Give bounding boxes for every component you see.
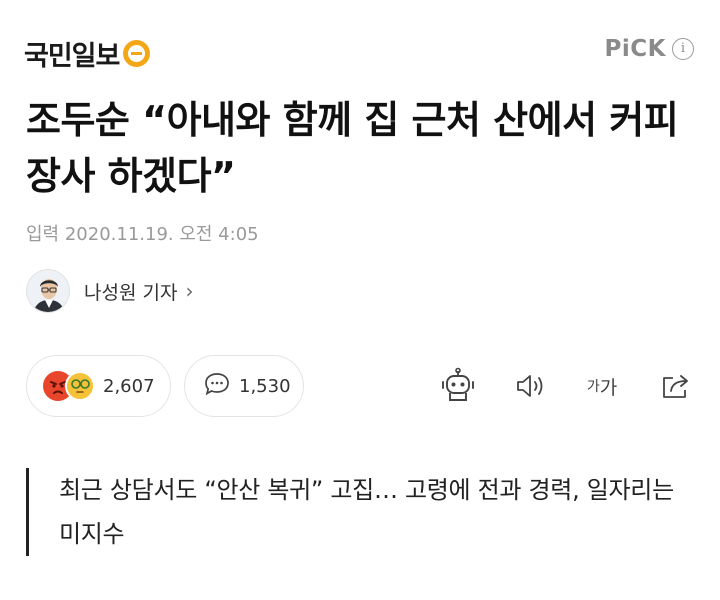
- reporter-avatar: [26, 269, 70, 313]
- pick-badge[interactable]: PiCK i: [605, 36, 694, 62]
- article-headline: 조두순 “아내와 함께 집 근처 산에서 커피장사 하겠다”: [26, 98, 679, 198]
- article-dateline: 입력 2020.11.19. 오전 4:05: [26, 224, 259, 245]
- publisher-logo[interactable]: 국민일보: [24, 34, 151, 73]
- read-aloud-button[interactable]: [509, 365, 553, 407]
- share-button[interactable]: [654, 365, 698, 407]
- reporter-portrait-icon: [27, 270, 69, 312]
- speaker-icon: [517, 375, 543, 397]
- pick-label: PiCK: [604, 36, 666, 62]
- info-icon[interactable]: i: [672, 38, 694, 60]
- reaction-button[interactable]: 2,607: [26, 355, 171, 417]
- comment-button[interactable]: 1,530: [184, 355, 304, 417]
- reporter-link[interactable]: 나성원 기자 ›: [26, 268, 193, 314]
- comment-icon: [203, 371, 231, 401]
- chevron-right-icon: ›: [185, 279, 194, 303]
- summary-bot-button[interactable]: [436, 365, 480, 407]
- robot-icon: [442, 367, 474, 401]
- glasses-emoji-icon: [65, 371, 95, 401]
- publisher-logo-icon: [123, 40, 151, 67]
- article-subtitle: 최근 상담서도 “안산 복귀” 고집… 고령에 전과 경력, 일자리는 미지수: [26, 468, 696, 556]
- font-size-small-label: 가: [586, 379, 600, 395]
- publisher-logo-text: 국민일보: [24, 41, 120, 72]
- reaction-count: 2,607: [103, 375, 155, 397]
- reporter-name: 나성원 기자: [84, 281, 178, 304]
- share-icon: [663, 375, 688, 398]
- article-header: 국민일보 PiCK i: [0, 0, 720, 80]
- font-size-large-label: 가: [599, 376, 618, 399]
- comment-count: 1,530: [239, 375, 291, 397]
- font-size-button[interactable]: 가가: [578, 365, 626, 407]
